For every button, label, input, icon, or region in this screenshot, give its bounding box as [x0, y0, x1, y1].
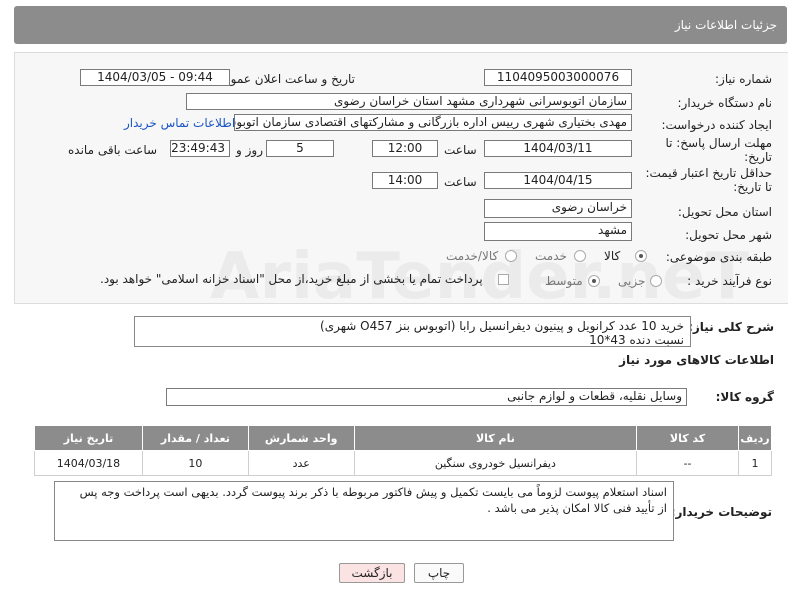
col-quantity: تعداد / مقدار [141, 425, 249, 451]
page-header: جزئیات اطلاعات نیاز [14, 6, 787, 44]
treasury-payment-note: پرداخت تمام یا بخشی از مبلغ خرید،از محل … [100, 272, 483, 286]
province-field[interactable]: خراسان رضوی [484, 199, 632, 218]
col-item-code: کد کالا [636, 425, 739, 451]
requester-field[interactable]: مهدی بختیاری شهری رییس اداره بازرگانی و … [234, 114, 632, 131]
remaining-label: ساعت باقی مانده [68, 143, 158, 157]
col-unit: واحد شمارش [247, 425, 355, 451]
purchase-minor-label: جزیی [618, 274, 646, 288]
buyer-org-field[interactable]: سازمان اتوبوسرانی شهرداری مشهد استان خرا… [186, 93, 632, 110]
deadline-label: مهلت ارسال پاسخ: تا تاریخ: [665, 136, 772, 164]
category-service-radio[interactable] [574, 250, 586, 262]
cell-need-date: 1404/03/18 [34, 450, 143, 476]
summary-line-2: نسبت دنده 43*10 [589, 333, 684, 347]
category-goods-radio[interactable] [635, 250, 647, 262]
col-item-name: نام کالا [353, 425, 638, 451]
summary-textarea[interactable]: خرید 10 عدد کرانویل و پینیون دیفرانسیل ر… [134, 316, 691, 347]
validity-time-label: ساعت [444, 175, 477, 189]
need-number-field[interactable]: 1104095003000076 [484, 69, 632, 86]
need-number-label: شماره نیاز: [715, 72, 772, 86]
contact-info-link[interactable]: اطلاعات تماس خریدار [124, 116, 235, 130]
buyer-notes-line-1: اسناد استعلام پیوست لزوماً می بایست تکمی… [79, 485, 667, 499]
category-service-label: خدمت [535, 249, 567, 263]
cell-quantity: 10 [141, 450, 249, 476]
category-goods-label: کالا [604, 249, 621, 263]
category-both-label: کالا/خدمت [446, 249, 499, 263]
city-field[interactable]: مشهد [484, 222, 632, 241]
table-header-row: ردیف کد کالا نام کالا واحد شمارش تعداد /… [34, 425, 773, 451]
buyer-notes-line-2: از تأیید فنی کالا امکان پذیر می باشد . [487, 501, 667, 515]
table-row[interactable]: 1 -- دیفرانسیل خودروی سنگین عدد 10 1404/… [34, 450, 773, 476]
items-table-wrapper: ردیف کد کالا نام کالا واحد شمارش تعداد /… [34, 425, 773, 476]
goods-group-field[interactable]: وسایل نقلیه، قطعات و لوازم جانبی [166, 388, 687, 406]
deadline-time-field[interactable]: 12:00 [372, 140, 438, 157]
buyer-notes-label: توضیحات خریدار: [670, 505, 772, 519]
purchase-medium-label: متوسط [545, 274, 583, 288]
requester-label: ایجاد کننده درخواست: [661, 118, 772, 132]
cell-unit: عدد [247, 450, 355, 476]
buyer-org-label: نام دستگاه خریدار: [677, 96, 773, 110]
cell-row-number: 1 [737, 450, 773, 476]
province-label: استان محل تحویل: [677, 205, 772, 219]
days-label: روز و [236, 143, 263, 157]
col-need-date: تاریخ نیاز [34, 425, 143, 451]
days-field[interactable]: 5 [266, 140, 334, 157]
validity-time-field[interactable]: 14:00 [372, 172, 438, 189]
back-button[interactable]: بازگشت [339, 563, 405, 583]
summary-line-1: خرید 10 عدد کرانویل و پینیون دیفرانسیل ر… [320, 319, 684, 333]
city-label: شهر محل تحویل: [685, 228, 772, 242]
purchase-minor-radio[interactable] [650, 275, 662, 287]
goods-group-label: گروه کالا: [715, 390, 774, 404]
validity-date-field[interactable]: 1404/04/15 [484, 172, 632, 189]
announce-field[interactable]: 1404/03/05 - 09:44 [80, 69, 230, 86]
goods-section-title: اطلاعات کالاهای مورد نیاز [619, 353, 774, 367]
deadline-date-field[interactable]: 1404/03/11 [484, 140, 632, 157]
page-title: جزئیات اطلاعات نیاز [674, 18, 777, 32]
summary-label: شرح کلی نیاز: [688, 320, 774, 334]
items-table: ردیف کد کالا نام کالا واحد شمارش تعداد /… [34, 425, 773, 476]
remaining-time-field[interactable]: 23:49:43 [170, 140, 230, 157]
buyer-notes-textarea[interactable]: اسناد استعلام پیوست لزوماً می بایست تکمی… [54, 481, 674, 541]
print-button[interactable]: چاپ [414, 563, 464, 583]
category-label: طبقه بندی موضوعی: [665, 250, 772, 264]
treasury-payment-checkbox[interactable] [498, 274, 509, 285]
announce-label: تاریخ و ساعت اعلان عمومی: [210, 72, 355, 86]
category-both-radio[interactable] [505, 250, 517, 262]
deadline-time-label: ساعت [444, 143, 477, 157]
col-row-number: ردیف [737, 425, 773, 451]
purchase-type-label: نوع فرآیند خرید : [687, 274, 772, 288]
purchase-medium-radio[interactable] [588, 275, 600, 287]
validity-label: حداقل تاریخ اعتبار قیمت: تا تاریخ: [645, 166, 772, 194]
cell-item-code: -- [636, 450, 739, 476]
cell-item-name: دیفرانسیل خودروی سنگین [353, 450, 638, 476]
